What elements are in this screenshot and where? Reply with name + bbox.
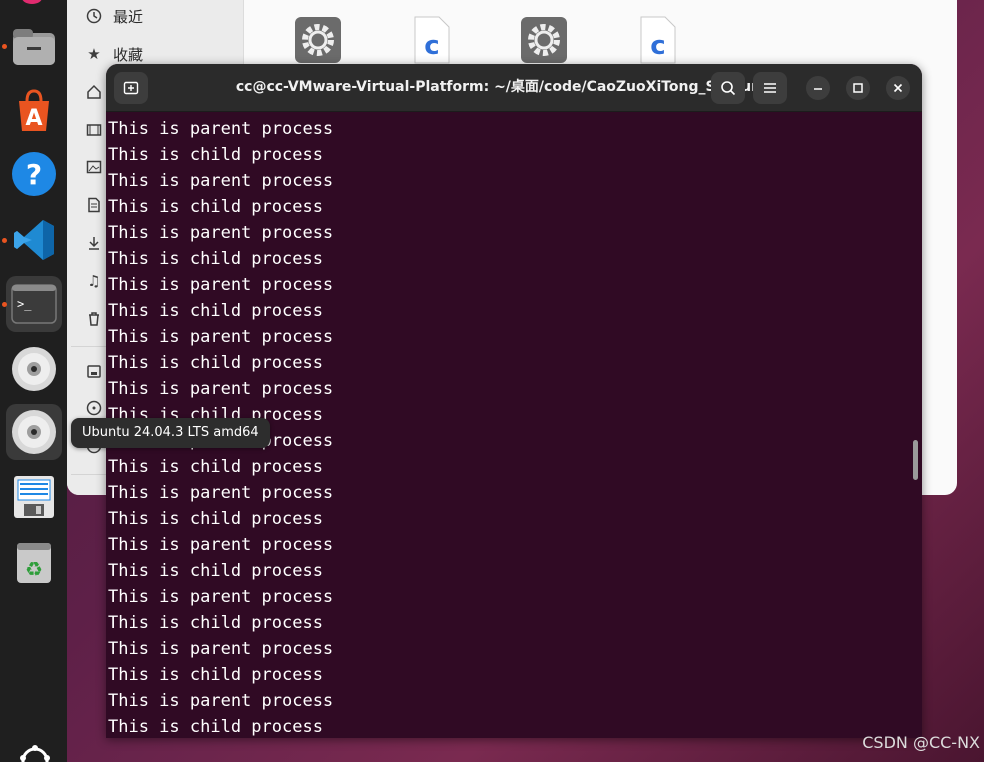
sidebar-item-label: 最近 — [113, 7, 144, 26]
terminal-window: cc@cc-VMware-Virtual-Platform: ~/桌面/code… — [106, 64, 922, 738]
minimize-icon — [814, 88, 822, 90]
new-tab-button[interactable] — [114, 72, 148, 104]
sidebar-item-recent[interactable]: 最近 — [85, 3, 143, 29]
hamburger-menu-icon — [764, 83, 776, 93]
maximize-button[interactable] — [846, 76, 870, 100]
terminal-line: This is child process — [108, 509, 323, 529]
terminal-line: This is parent process — [108, 171, 334, 191]
documents-icon[interactable] — [85, 196, 103, 214]
running-indicator — [2, 44, 7, 49]
drive-icon[interactable] — [85, 362, 103, 380]
files-icon — [13, 29, 55, 65]
scrollbar-thumb[interactable] — [913, 440, 918, 480]
terminal-line: This is parent process — [108, 483, 334, 503]
terminal-line: This is child process — [108, 561, 323, 581]
trash-icon[interactable] — [85, 310, 103, 328]
running-indicator — [2, 238, 7, 243]
terminal-line: This is child process — [108, 457, 323, 477]
terminal-line: This is child process — [108, 665, 323, 685]
terminal-title: cc@cc-VMware-Virtual-Platform: ~/桌面/code… — [235, 79, 762, 95]
app-center-icon: A — [19, 89, 49, 131]
dock-tooltip: Ubuntu 24.04.3 LTS amd64 — [71, 418, 270, 448]
dock-trash[interactable]: ♻ — [6, 534, 62, 590]
svg-text:♻: ♻ — [25, 557, 43, 581]
terminal-line: This is parent process — [108, 379, 334, 399]
show-apps-icon[interactable] — [18, 744, 52, 762]
help-icon: ? — [12, 152, 56, 196]
maximize-icon — [853, 83, 863, 93]
new-tab-icon — [123, 81, 139, 95]
terminal-line: This is parent process — [108, 587, 334, 607]
terminal-line: This is parent process — [108, 691, 334, 711]
terminal-line: This is parent process — [108, 223, 334, 243]
minimize-button[interactable] — [806, 76, 830, 100]
terminal-line: This is child process — [108, 717, 323, 737]
svg-text:c: c — [650, 31, 665, 61]
terminal-line: This is child process — [108, 613, 323, 633]
svg-text:A: A — [25, 106, 42, 131]
search-button[interactable] — [711, 72, 745, 104]
terminal-line: This is parent process — [108, 119, 334, 139]
menu-button[interactable] — [753, 72, 787, 104]
terminal-titlebar[interactable]: cc@cc-VMware-Virtual-Platform: ~/桌面/code… — [106, 64, 922, 112]
dock-terminal[interactable]: >_ — [6, 276, 62, 332]
dock-vscode[interactable] — [6, 212, 62, 268]
watermark: CSDN @CC-NX — [862, 733, 980, 752]
disc-icon — [12, 410, 56, 454]
disc-icon[interactable] — [85, 399, 103, 417]
terminal-line: This is parent process — [108, 275, 334, 295]
dock-files[interactable] — [6, 18, 62, 74]
home-icon[interactable] — [85, 83, 103, 101]
terminal-icon: >_ — [11, 284, 57, 324]
trash-icon: ♻ — [17, 543, 51, 583]
svg-text:>_: >_ — [17, 297, 32, 311]
sidebar-item-label: 收藏 — [113, 45, 144, 64]
terminal-line: This is parent process — [108, 639, 334, 659]
dock: A ? >_ ♻ — [0, 0, 67, 762]
search-icon — [721, 81, 736, 96]
terminal-line: This is child process — [108, 301, 323, 321]
disc-icon — [12, 347, 56, 391]
terminal-line: This is child process — [108, 353, 323, 373]
close-button[interactable] — [886, 76, 910, 100]
terminal-line: This is child process — [108, 145, 323, 165]
running-indicator — [2, 302, 7, 307]
pictures-icon[interactable] — [85, 158, 103, 176]
dock-disc-2[interactable] — [6, 404, 62, 460]
downloads-icon[interactable] — [85, 234, 103, 252]
dock-app-center[interactable]: A — [6, 82, 62, 138]
terminal-line: This is child process — [108, 249, 323, 269]
top-partial-icon[interactable] — [22, 0, 42, 4]
svg-text:?: ? — [26, 158, 42, 191]
vscode-icon — [14, 220, 54, 260]
dock-text-editor[interactable] — [6, 469, 62, 525]
gear-file-icon[interactable] — [294, 16, 342, 64]
close-icon — [893, 83, 903, 93]
clock-icon — [85, 7, 103, 25]
videos-icon[interactable] — [85, 121, 103, 139]
document-icon — [14, 476, 54, 518]
music-icon[interactable]: ♫ — [85, 272, 103, 290]
gear-file-icon[interactable] — [520, 16, 568, 64]
c-file-icon[interactable]: c — [633, 16, 681, 64]
svg-text:c: c — [424, 31, 439, 61]
dock-disc-1[interactable] — [6, 341, 62, 397]
c-file-icon[interactable]: c — [407, 16, 455, 64]
terminal-line: This is parent process — [108, 535, 334, 555]
dock-help[interactable]: ? — [6, 146, 62, 202]
terminal-line: This is parent process — [108, 327, 334, 347]
star-icon: ★ — [87, 45, 101, 63]
terminal-line: This is child process — [108, 197, 323, 217]
